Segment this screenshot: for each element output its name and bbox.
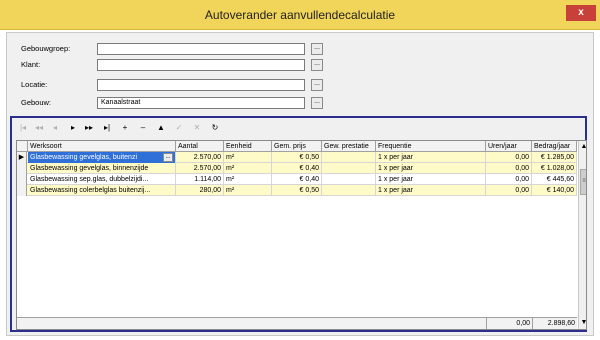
cell-gew-prestatie[interactable]: [322, 152, 376, 163]
cell-frequentie[interactable]: 1 x per jaar: [376, 152, 486, 163]
cell-uren-jaar[interactable]: 0,00: [486, 185, 532, 196]
cell-aantal[interactable]: 2.570,00: [176, 152, 224, 163]
cell-frequentie[interactable]: 1 x per jaar: [376, 185, 486, 196]
scroll-down-icon[interactable]: ▼: [579, 317, 586, 328]
cell-gew-prestatie[interactable]: [322, 163, 376, 174]
klant-input[interactable]: [97, 59, 305, 71]
cell-uren-jaar[interactable]: 0,00: [486, 174, 532, 185]
prev-record-icon[interactable]: ◂: [48, 122, 62, 134]
cell-werksoort[interactable]: Glasbewassing colerbelglas buitenzij...: [28, 185, 176, 196]
current-row-indicator-icon: ▶: [17, 152, 27, 163]
indicator-header: [17, 141, 28, 152]
cell-aantal[interactable]: 2.570,00: [176, 163, 224, 174]
cell-gew-prestatie[interactable]: [322, 174, 376, 185]
cell-gem-prijs[interactable]: € 0,50: [272, 185, 322, 196]
gebouw-input[interactable]: Kanaalstraat: [97, 97, 305, 109]
edit-icon[interactable]: ▲: [154, 122, 168, 134]
field-label: Gebouw:: [21, 98, 52, 107]
scroll-up-icon[interactable]: ▲: [579, 141, 586, 152]
scroll-thumb[interactable]: ≡: [580, 169, 586, 195]
next-record-icon[interactable]: ▸: [66, 122, 80, 134]
row-indicator: [17, 174, 27, 185]
table-row[interactable]: Glasbewassing sep.glas, dubbelzijdi... 1…: [17, 174, 577, 185]
cell-bedrag-jaar[interactable]: € 1.028,00: [532, 163, 577, 174]
gebouw-lookup-button[interactable]: ...: [311, 97, 323, 109]
cell-bedrag-jaar[interactable]: € 140,00: [532, 185, 577, 196]
totals-footer: 0,00 2.898,60: [17, 317, 577, 329]
cell-eenheid[interactable]: m²: [224, 163, 272, 174]
field-label: Gebouwgroep:: [21, 44, 71, 53]
title-bar[interactable]: Autoverander aanvullendecalculatie x: [0, 0, 600, 30]
next-page-icon[interactable]: ▸▸: [82, 122, 96, 134]
cell-gem-prijs[interactable]: € 0,50: [272, 152, 322, 163]
refresh-icon[interactable]: ↻: [208, 122, 222, 134]
table-row[interactable]: Glasbewassing colerbelglas buitenzij... …: [17, 185, 577, 196]
column-header-aantal[interactable]: Aantal: [176, 141, 224, 152]
klant-lookup-button[interactable]: ...: [311, 59, 323, 71]
navigator-toolbar: |◂ ◂◂ ◂ ▸ ▸▸ ▸| + – ▲ ✓ ✕ ↻: [16, 122, 246, 134]
column-header-gew-prestatie[interactable]: Gew. prestatie: [322, 141, 376, 152]
cell-uren-jaar[interactable]: 0,00: [486, 152, 532, 163]
table-row[interactable]: ▶ Glasbewassing gevelglas, buitenzi ... …: [17, 152, 577, 163]
cell-eenheid[interactable]: m²: [224, 174, 272, 185]
column-header-gem-prijs[interactable]: Gem. prijs: [272, 141, 322, 152]
column-header-bedrag-jaar[interactable]: Bedrag/jaar: [532, 141, 577, 152]
first-record-icon[interactable]: |◂: [16, 122, 30, 134]
calculation-window: Autoverander aanvullendecalculatie x Geb…: [0, 0, 600, 340]
cancel-icon[interactable]: ✕: [190, 122, 204, 134]
close-button[interactable]: x: [566, 5, 596, 21]
table-row[interactable]: Glasbewassing gevelglas, binnenzijde 2.5…: [17, 163, 577, 174]
cell-frequentie[interactable]: 1 x per jaar: [376, 174, 486, 185]
column-header-eenheid[interactable]: Eenheid: [224, 141, 272, 152]
cell-uren-jaar[interactable]: 0,00: [486, 163, 532, 174]
cell-bedrag-jaar[interactable]: € 1.285,00: [532, 152, 577, 163]
cell-gew-prestatie[interactable]: [322, 185, 376, 196]
insert-icon[interactable]: +: [118, 122, 132, 134]
grid-panel: |◂ ◂◂ ◂ ▸ ▸▸ ▸| + – ▲ ✓ ✕ ↻ Werksoort Aa…: [10, 116, 587, 332]
cell-werksoort[interactable]: Glasbewassing gevelglas, binnenzijde: [28, 163, 176, 174]
cell-eenheid[interactable]: m²: [224, 185, 272, 196]
prev-page-icon[interactable]: ◂◂: [32, 122, 46, 134]
werksoort-lookup-button[interactable]: ...: [163, 153, 173, 162]
cell-bedrag-jaar[interactable]: € 445,60: [532, 174, 577, 185]
field-label: Klant:: [21, 60, 41, 69]
row-indicator: [17, 163, 27, 174]
cell-aantal[interactable]: 1.114,00: [176, 174, 224, 185]
cell-gem-prijs[interactable]: € 0,40: [272, 163, 322, 174]
row-indicator: [17, 185, 27, 196]
delete-icon[interactable]: –: [136, 122, 150, 134]
total-bedrag-jaar: 2.898,60: [532, 318, 577, 329]
cell-aantal[interactable]: 280,00: [176, 185, 224, 196]
last-record-icon[interactable]: ▸|: [100, 122, 114, 134]
column-header-frequentie[interactable]: Frequentie: [376, 141, 486, 152]
field-label: Locatie:: [21, 80, 48, 89]
gebouwgroep-lookup-button[interactable]: ...: [311, 43, 323, 55]
cell-werksoort[interactable]: Glasbewassing gevelglas, buitenzi: [28, 152, 176, 163]
cell-frequentie[interactable]: 1 x per jaar: [376, 163, 486, 174]
cell-gem-prijs[interactable]: € 0,40: [272, 174, 322, 185]
post-icon[interactable]: ✓: [172, 122, 186, 134]
column-header-werksoort[interactable]: Werksoort: [28, 141, 176, 152]
window-title: Autoverander aanvullendecalculatie: [204, 8, 396, 22]
work-grid[interactable]: Werksoort Aantal Eenheid Gem. prijs Gew.…: [16, 140, 587, 330]
column-header-uren-jaar[interactable]: Uren/jaar: [486, 141, 532, 152]
cell-eenheid[interactable]: m²: [224, 152, 272, 163]
cell-werksoort[interactable]: Glasbewassing sep.glas, dubbelzijdi...: [28, 174, 176, 185]
locatie-input[interactable]: [97, 79, 305, 91]
vertical-scrollbar[interactable]: ▲ ≡ ▼: [578, 141, 586, 329]
grid-header: Werksoort Aantal Eenheid Gem. prijs Gew.…: [17, 141, 577, 152]
gebouwgroep-input[interactable]: [97, 43, 305, 55]
total-uren-jaar: 0,00: [486, 318, 532, 329]
locatie-lookup-button[interactable]: ...: [311, 79, 323, 91]
